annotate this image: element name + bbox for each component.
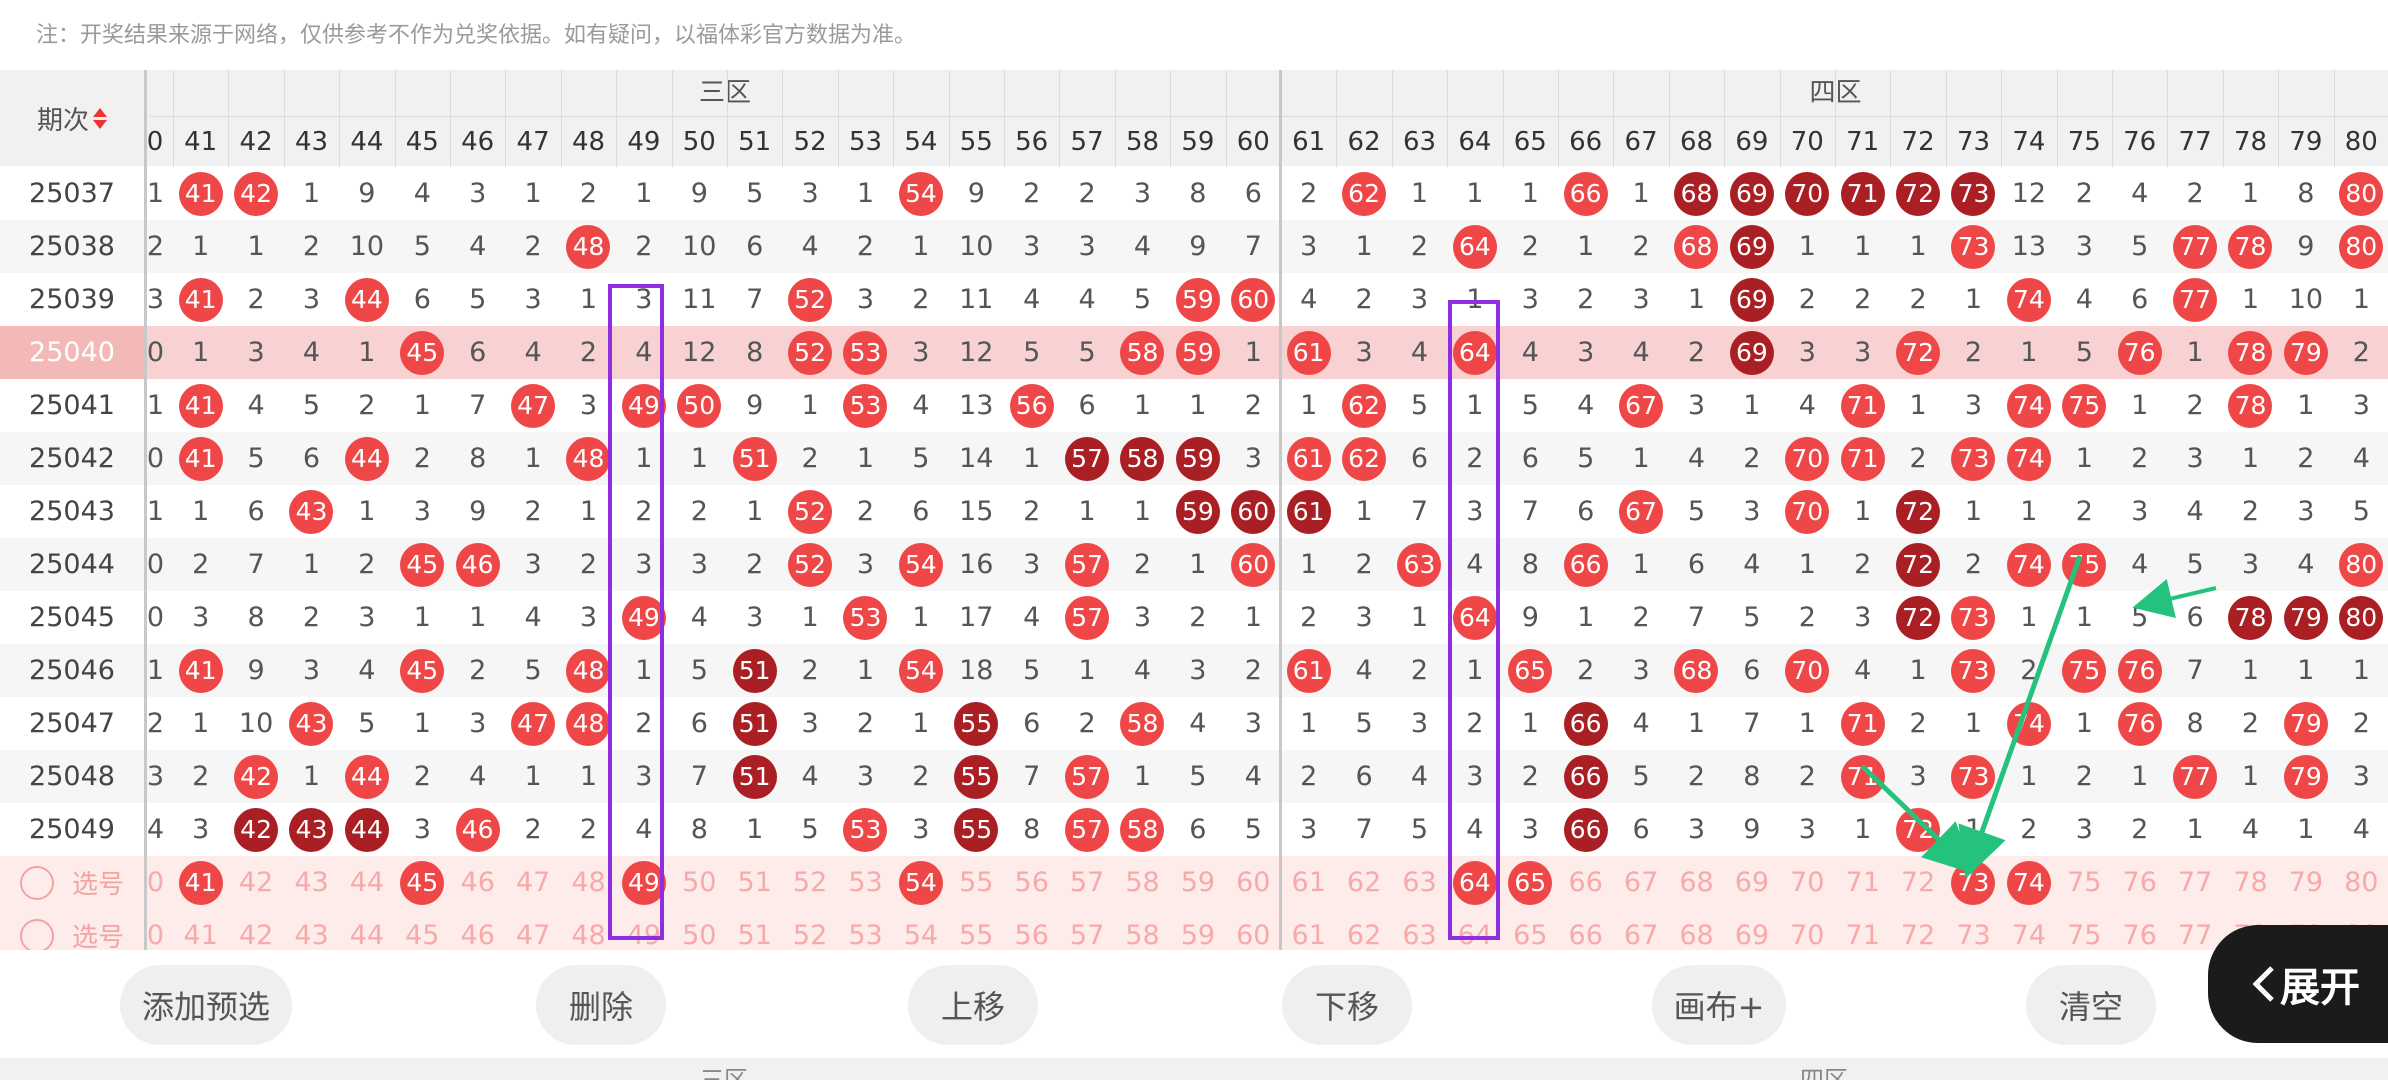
next-table-header: 三区 四区	[0, 1058, 2388, 1080]
chevron-left-icon	[2252, 966, 2274, 1002]
expand-label: 展开	[2280, 965, 2360, 1011]
bottom-zone-4: 四区	[1800, 1066, 1848, 1080]
arrow-line	[2132, 579, 2217, 618]
move-down-button[interactable]: 下移	[1282, 965, 1412, 1045]
arrow-line	[1860, 764, 1975, 874]
canvas-plus-button[interactable]: 画布+	[1652, 965, 1786, 1045]
clear-button[interactable]: 清空	[2026, 965, 2156, 1045]
arrow-annotations	[1860, 555, 2217, 879]
add-preselect-button[interactable]: 添加预选	[120, 965, 292, 1045]
move-up-button[interactable]: 上移	[908, 965, 1038, 1045]
arrow-line	[1958, 555, 2083, 879]
bottom-zone-3: 三区	[700, 1066, 748, 1080]
delete-button[interactable]: 删除	[536, 965, 666, 1045]
expand-button[interactable]: 展开	[2208, 925, 2388, 1043]
